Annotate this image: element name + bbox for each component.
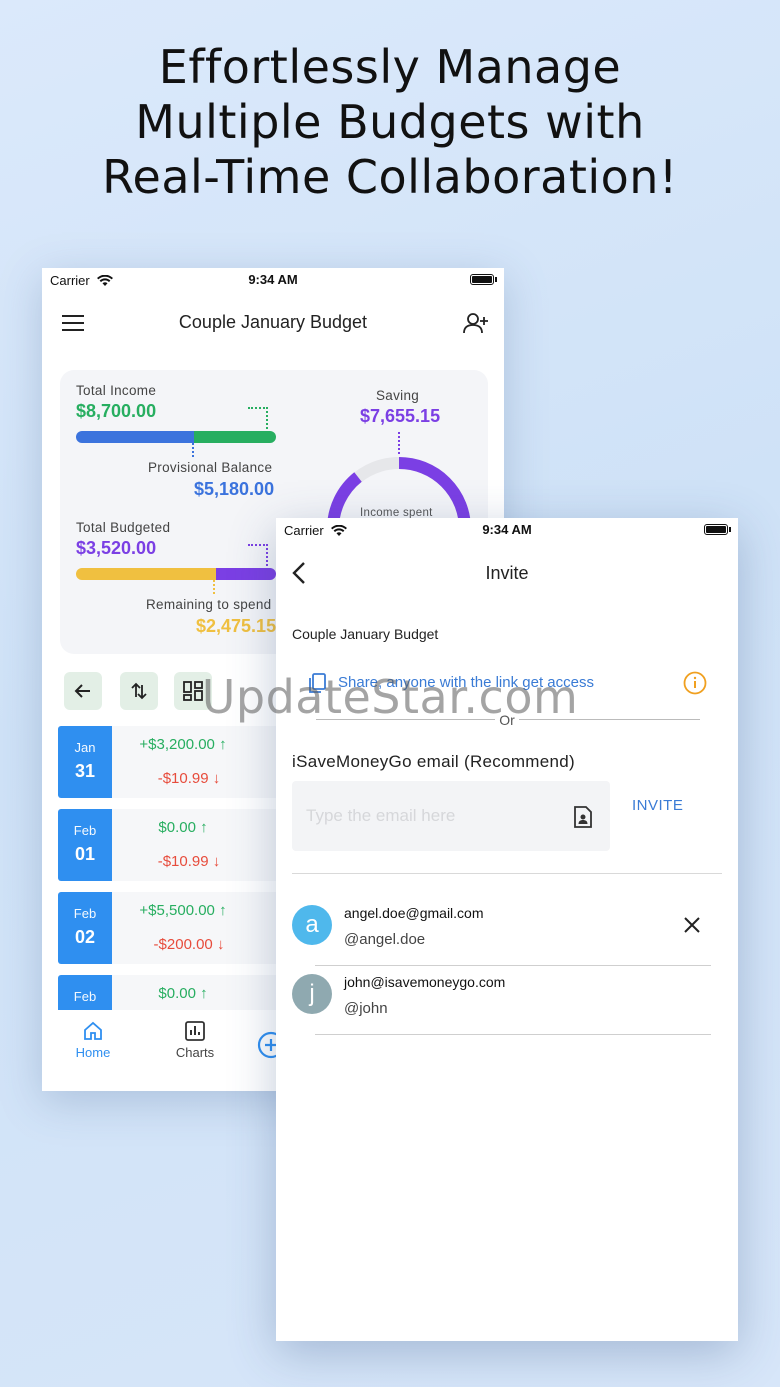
total-income-value: $8,700.00 [76,401,157,421]
day-month: Jan [74,740,96,755]
day-badge: Jan 31 [58,726,112,798]
arrow-left-icon [74,684,90,698]
total-income-label: Total Income [76,383,157,398]
day-expense: -$200.00 ↓ [153,936,225,953]
divider [315,965,711,966]
day-month: Feb [73,823,97,838]
status-time: 9:34 AM [248,272,298,287]
avatar: a [292,905,332,945]
member-row: j john@isavemoneygo.com @john [292,974,722,1042]
member-handle: @angel.doe [344,931,426,948]
day-expense: -$10.99 ↓ [157,853,221,870]
income-bar [76,431,276,443]
app-bar: Invite [276,554,738,594]
arrow-up-icon: ↑ [219,902,227,919]
budget-name: Couple January Budget [292,626,439,642]
divider [315,1034,711,1035]
email-input[interactable] [306,803,556,829]
budget-bar-rest [216,568,276,580]
budget-bar [76,568,276,580]
or-divider-text: Or [276,712,738,728]
email-field [292,781,610,851]
income-bar-rest [194,431,276,443]
income-connector [248,407,268,429]
saving-value: $7,655.15 [360,406,441,426]
close-icon[interactable] [682,915,702,935]
member-row: a angel.doe@gmail.com @angel.doe [292,905,722,973]
day-badge: Feb 01 [58,809,112,881]
info-icon[interactable] [682,670,708,696]
page-title: Invite [485,563,529,583]
member-handle: @john [344,1000,388,1017]
contact-card-icon[interactable] [572,805,594,829]
status-bar: Carrier 9:34 AM [276,518,738,542]
status-time: 9:34 AM [482,522,532,537]
chart-icon [185,1021,205,1041]
member-email: john@isavemoneygo.com [344,974,506,990]
total-budgeted-value: $3,520.00 [76,538,157,558]
email-label: iSaveMoneyGo email (Recommend) [292,752,575,771]
remaining-connector [213,580,215,594]
sort-button[interactable] [120,672,158,710]
invite-button[interactable]: INVITE [632,797,683,814]
divider [292,873,722,874]
app-bar: Couple January Budget [42,304,504,344]
day-income: $0.00 ↑ [158,985,208,1002]
battery-icon [470,274,497,285]
headline: Effortlessly Manage Multiple Budgets wit… [0,40,780,205]
layout-button[interactable] [174,672,212,710]
home-icon [84,1021,102,1040]
nav-charts-label: Charts [175,1045,215,1060]
day-expense: -$10.99 ↓ [157,770,221,787]
status-bar: Carrier 9:34 AM [42,268,504,292]
nav-home-label: Home [75,1045,111,1060]
provisional-balance-value: $5,180.00 [194,479,275,499]
balance-connector [192,443,194,457]
day-month: Feb [73,989,97,1004]
battery-icon [704,524,731,535]
sort-icon [131,682,147,700]
provisional-balance-label: Provisional Balance [148,460,273,475]
share-link-row[interactable]: Share, anyone with the link get access [306,670,726,696]
avatar: j [292,974,332,1014]
budget-title: Couple January Budget [178,312,368,332]
day-badge: Feb 02 [58,892,112,964]
previous-button[interactable] [64,672,102,710]
headline-line: Real-Time Collaboration! [102,150,678,204]
saving-connector [398,432,400,454]
share-link-text[interactable]: Share, anyone with the link get access [338,674,594,691]
copy-icon [309,673,326,693]
budget-bar-fill [76,568,216,580]
arrow-down-icon: ↓ [216,936,225,953]
add-user-icon[interactable] [462,312,490,336]
arrow-down-icon: ↓ [212,770,221,787]
income-bar-fill [76,431,194,443]
day-income: +$3,200.00 ↑ [139,736,227,753]
day-month: Feb [73,906,97,921]
headline-line: Multiple Budgets with [135,95,645,149]
budget-connector [248,544,268,566]
arrow-up-icon: ↑ [219,736,227,753]
day-income: $0.00 ↑ [158,819,208,836]
day-number: 02 [74,927,96,947]
nav-home[interactable]: Home [72,1020,114,1060]
remaining-value: $2,475.15 [196,616,277,636]
arrow-up-icon: ↑ [200,819,208,836]
day-number: 31 [74,761,96,781]
invite-screen: Carrier 9:34 AM Invite Couple January Bu… [276,518,738,1341]
saving-label: Saving [376,388,420,403]
arrow-up-icon: ↑ [200,985,208,1002]
day-income: +$5,500.00 ↑ [139,902,227,919]
nav-charts[interactable]: Charts [172,1020,218,1060]
day-number: 01 [74,844,96,864]
arrow-down-icon: ↓ [212,853,221,870]
headline-line: Effortlessly Manage [158,40,622,94]
total-budgeted-label: Total Budgeted [76,520,171,535]
dashboard-icon [183,681,203,701]
remaining-label: Remaining to spend [146,597,272,612]
member-email: angel.doe@gmail.com [344,905,484,921]
